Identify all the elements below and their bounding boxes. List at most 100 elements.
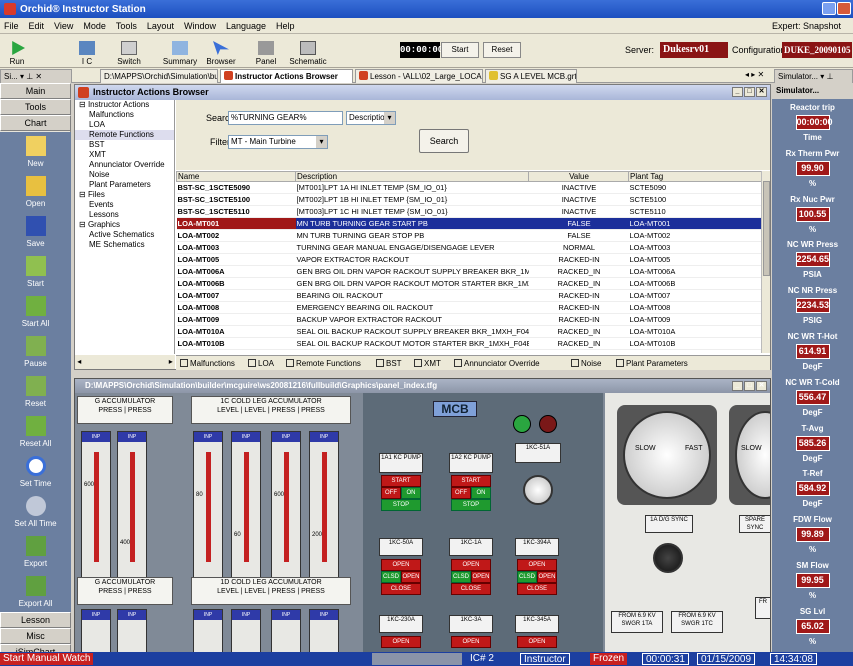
tree-scrollbar[interactable]: ◂ ▸ (75, 355, 175, 369)
column-value[interactable]: Value (528, 171, 629, 182)
minimize-icon[interactable]: _ (732, 87, 743, 97)
tab-xmt[interactable]: XMT (414, 358, 441, 370)
param-block[interactable]: NC WR T-Hot 614.91 DegF (772, 331, 853, 372)
tree-node-xmt[interactable]: XMT (75, 150, 174, 160)
tree-node-active-schematics[interactable]: Active Schematics (75, 230, 174, 240)
ic-button[interactable]: I C (74, 36, 100, 66)
pump-1a2-off-button[interactable]: OFF (451, 487, 471, 499)
restore-icon[interactable]: □ (744, 381, 755, 391)
table-row[interactable]: LOA-MT003 TURNING GEAR MANUAL ENGAGE/DISE… (176, 241, 762, 254)
param-block[interactable]: NC WR Press 2254.65 PSIA (772, 239, 853, 280)
minimize-button[interactable] (822, 2, 836, 15)
cell-value[interactable]: RACKED-IN (528, 289, 629, 302)
tab-loa[interactable]: LOA (248, 358, 274, 370)
simulator-pane-header[interactable]: Simulator... (772, 83, 853, 99)
tree-node-graphics[interactable]: ⊟ Graphics (75, 220, 174, 230)
menu-language[interactable]: Language (226, 21, 266, 31)
tree-node-bst[interactable]: BST (75, 140, 174, 150)
cell-name[interactable]: LOA-MT010A (176, 325, 296, 338)
cell-description[interactable]: [MT003]LPT 1C HI INLET TEMP {SM_IO_01} (295, 205, 529, 218)
cell-name[interactable]: LOA-MT010B (176, 337, 296, 350)
cell-plant-tag[interactable]: SCTE5090 (628, 181, 762, 194)
cell-name[interactable]: LOA-MT008 (176, 301, 296, 314)
table-row[interactable]: LOA-MT006A GEN BRG OIL DRN VAPOR RACKOUT … (176, 265, 762, 278)
tab-lesson[interactable]: Lesson - \ALL\02_Large_LOCA.lsn (355, 69, 483, 83)
dg-sync-switch[interactable] (653, 543, 683, 573)
cell-name[interactable]: LOA-MT009 (176, 313, 296, 326)
pump-1a1-on-button[interactable]: ON (401, 487, 421, 499)
cell-value[interactable]: NORMAL (528, 241, 629, 254)
tab-bst[interactable]: BST (376, 358, 402, 370)
cell-name[interactable]: LOA-MT001 (176, 217, 296, 230)
cell-value[interactable]: FALSE (528, 229, 629, 242)
cell-plant-tag[interactable]: SCTE5100 (628, 193, 762, 206)
tab-noise[interactable]: Noise (571, 358, 601, 370)
tools-section[interactable]: Tools (0, 99, 71, 115)
cell-name[interactable]: LOA-MT006A (176, 265, 296, 278)
tree-node-remote-functions[interactable]: Remote Functions (75, 130, 174, 140)
table-row[interactable]: LOA-MT010A SEAL OIL BACKUP RACKOUT SUPPLY… (176, 325, 762, 338)
param-block[interactable]: Rx Therm Pwr 99.90% (772, 148, 853, 189)
cell-value[interactable]: RACKED_IN (528, 277, 629, 290)
param-block[interactable]: Reactor trip 00:00:00 Time (772, 102, 853, 143)
search-field-select[interactable]: Description ▾ (346, 111, 396, 125)
close-icon[interactable]: ✕ (756, 381, 767, 391)
minimize-icon[interactable]: _ (732, 381, 743, 391)
cell-value[interactable]: RACKED-IN (528, 253, 629, 266)
cell-plant-tag[interactable]: LOA-MT008 (628, 301, 762, 314)
tree-node-noise[interactable]: Noise (75, 170, 174, 180)
menu-help[interactable]: Help (276, 21, 295, 31)
pump-1a1-start-button[interactable]: START (381, 475, 421, 487)
valve-1kc-230a-open[interactable]: OPEN (381, 636, 421, 648)
cell-plant-tag[interactable]: LOA-MT006A (628, 265, 762, 278)
param-block[interactable]: SM Flow 99.95% (772, 560, 853, 601)
cell-description[interactable]: MN TURB TURNING GEAR START PB (295, 217, 529, 230)
valve-1kc-345a-open[interactable]: OPEN (517, 636, 557, 648)
tree-node-events[interactable]: Events (75, 200, 174, 210)
cell-name[interactable]: BST-SC_1SCTE5100 (176, 193, 296, 206)
tab-malfunctions[interactable]: Malfunctions (180, 358, 235, 370)
left-pane-tab[interactable]: Si... ▾ ⊥ ✕ (0, 69, 72, 83)
cell-value[interactable]: RACKED_IN (528, 325, 629, 338)
tab-annunciator-override[interactable]: Annunciator Override (454, 358, 540, 370)
tree-node-plant-parameters[interactable]: Plant Parameters (75, 180, 174, 190)
valve-1kc-394a-close[interactable]: CLOSE (517, 583, 557, 595)
table-row[interactable]: LOA-MT002 MN TURB TURNING GEAR STOP PB FAL… (176, 229, 762, 242)
cell-description[interactable]: SEAL OIL BACKUP RACKOUT MOTOR STARTER BK… (295, 337, 529, 350)
cell-plant-tag[interactable]: LOA-MT009 (628, 313, 762, 326)
valve-1kc-50a-clsd[interactable]: CLSD (381, 571, 401, 583)
valve-1kc-50a-close[interactable]: CLOSE (381, 583, 421, 595)
menu-layout[interactable]: Layout (147, 21, 174, 31)
param-block[interactable]: T-Ref 584.92 DegF (772, 468, 853, 509)
tree-node-me-schematics[interactable]: ME Schematics (75, 240, 174, 250)
tree-node-lessons[interactable]: Lessons (75, 210, 174, 220)
table-row[interactable]: BST-SC_1SCTE5100 [MT002]LPT 1B HI INLET T… (176, 193, 762, 206)
close-icon[interactable]: ✕ (756, 87, 767, 97)
table-row[interactable]: BST-SC_1SCTE5110 [MT003]LPT 1C HI INLET T… (176, 205, 762, 218)
start-button[interactable]: Start (441, 42, 479, 58)
cell-name[interactable]: LOA-MT002 (176, 229, 296, 242)
table-row[interactable]: LOA-MT005 VAPOR EXTRACTOR RACKOUT RACKED-I… (176, 253, 762, 266)
valve-1kc-1a-open[interactable]: OPEN (451, 559, 491, 571)
table-row[interactable]: LOA-MT010B SEAL OIL BACKUP RACKOUT MOTOR … (176, 337, 762, 350)
cell-description[interactable]: EMERGENCY BEARING OIL RACKOUT (295, 301, 529, 314)
tab-instructor-actions[interactable]: Instructor Actions Browser (220, 69, 353, 83)
param-block[interactable]: T-Avg 585.26 DegF (772, 423, 853, 464)
column-name[interactable]: Name (176, 171, 296, 182)
cell-plant-tag[interactable]: SCTE5110 (628, 205, 762, 218)
cell-description[interactable]: BACKUP VAPOR EXTRACTOR RACKOUT (295, 313, 529, 326)
pump-1a2-stop-button[interactable]: STOP (451, 499, 491, 511)
valve-1kc-51a-switch[interactable] (523, 475, 553, 505)
param-block[interactable]: Rx Nuc Pwr 100.55% (772, 194, 853, 235)
search-button[interactable]: Search (419, 129, 469, 153)
tab-plant-parameters[interactable]: Plant Parameters (616, 358, 688, 370)
menu-window[interactable]: Window (184, 21, 216, 31)
main-section[interactable]: Main (0, 83, 71, 99)
cell-name[interactable]: LOA-MT007 (176, 289, 296, 302)
tree-node-annunciator-override[interactable]: Annunciator Override (75, 160, 174, 170)
column-plant-tag[interactable]: Plant Tag (628, 171, 762, 182)
cell-plant-tag[interactable]: LOA-MT010B (628, 337, 762, 350)
table-row[interactable]: LOA-MT006B GEN BRG OIL DRN VAPOR RACKOUT … (176, 277, 762, 290)
tree-node-instructor-actions[interactable]: ⊟ Instructor Actions (75, 100, 174, 110)
cell-value[interactable]: INACTIVE (528, 181, 629, 194)
